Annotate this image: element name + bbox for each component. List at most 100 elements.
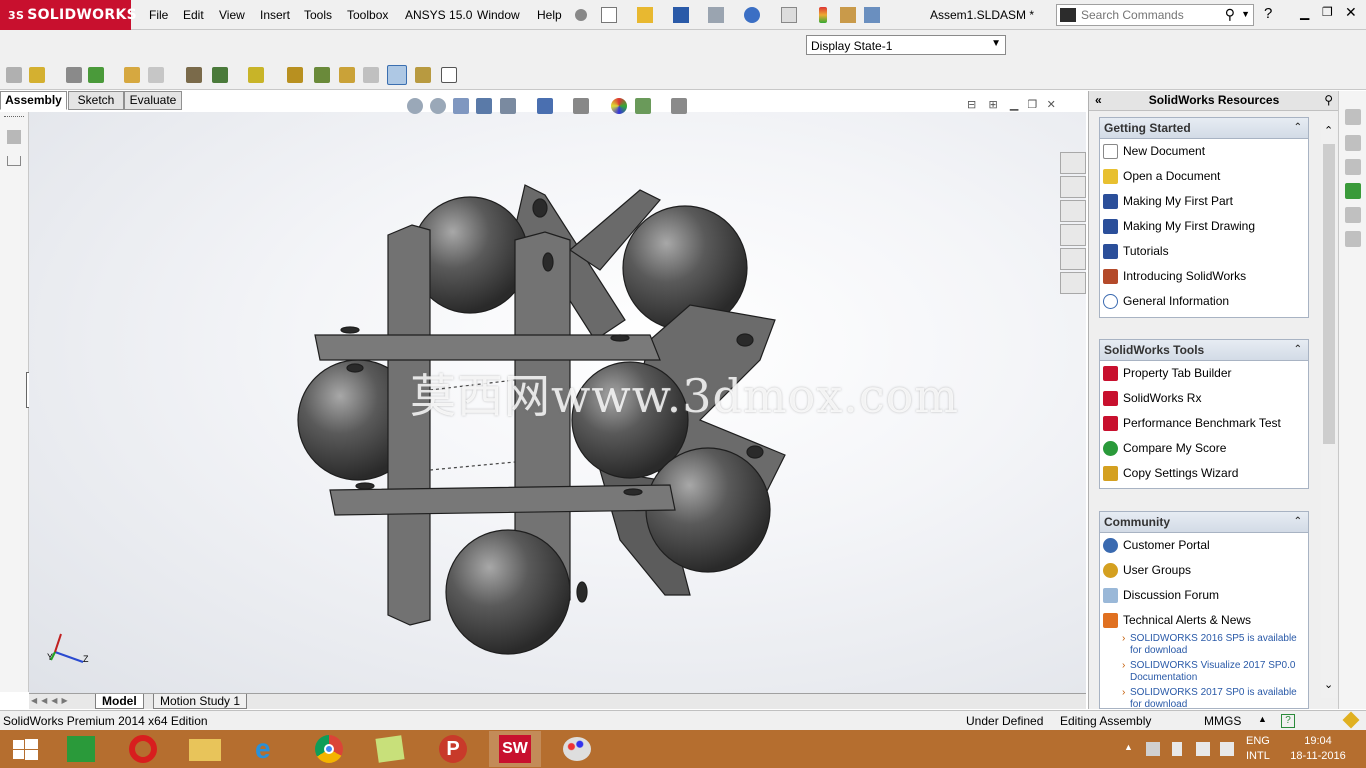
tile-vertical-icon[interactable]: ⊞	[988, 99, 997, 111]
file-properties-icon[interactable]	[840, 7, 856, 23]
system-clock[interactable]: 19:04 18-11-2016	[1278, 734, 1358, 764]
undo-icon[interactable]	[744, 7, 760, 23]
news-link[interactable]: SOLIDWORKS 2016 SP5 is available for dow…	[1100, 633, 1308, 657]
menu-edit[interactable]: Edit	[183, 8, 204, 22]
minimize-window-icon[interactable]: ▁	[1300, 6, 1309, 20]
link-solidworks-rx[interactable]: SolidWorks Rx	[1100, 386, 1308, 411]
menu-ansys[interactable]: ANSYS 15.0	[405, 8, 472, 22]
sketch-tool-icon[interactable]	[1345, 135, 1361, 151]
network-signal-icon[interactable]	[1196, 742, 1210, 756]
wps-presentation-icon[interactable]: P	[427, 731, 479, 767]
store-app-icon[interactable]	[55, 731, 107, 767]
exploded-view-icon[interactable]	[314, 67, 330, 83]
bill-of-materials-icon[interactable]	[287, 67, 303, 83]
menu-window[interactable]: Window	[477, 8, 520, 22]
show-hidden-icons-chevron[interactable]: ▲	[1124, 742, 1138, 756]
tray-battery-icon[interactable]	[1172, 742, 1182, 756]
take-snapshot-icon[interactable]	[415, 67, 431, 83]
select-cursor-icon[interactable]	[781, 7, 797, 23]
update-speedpak-icon[interactable]	[387, 65, 407, 85]
menu-view[interactable]: View	[219, 8, 245, 22]
internet-explorer-icon[interactable]: e	[241, 731, 293, 767]
sketch-tool-icon[interactable]	[1345, 183, 1361, 199]
section-view-icon[interactable]	[476, 98, 492, 114]
section-header[interactable]: SolidWorks Tools ⌃	[1100, 340, 1308, 361]
solidworks-logo[interactable]: 3S SOLIDWORKS	[0, 0, 137, 30]
solidworks-resources-home-icon[interactable]	[1060, 152, 1086, 174]
view-settings-icon[interactable]	[671, 98, 687, 114]
explode-line-sketch-icon[interactable]	[339, 67, 355, 83]
help-tooltip-icon[interactable]: ?	[1281, 714, 1295, 728]
sketch-tool-icon[interactable]	[1345, 231, 1361, 247]
input-language-indicator[interactable]: ENG INTL	[1246, 734, 1270, 764]
tray-app-icon[interactable]	[1146, 742, 1160, 756]
minimize-doc-icon[interactable]: ▁	[1010, 99, 1018, 111]
collapse-chevron-icon[interactable]: ⌃	[1294, 512, 1302, 532]
close-window-icon[interactable]: ✕	[1345, 4, 1357, 21]
link-new-document[interactable]: New Document	[1100, 139, 1308, 164]
task-pane-scrollbar[interactable]: ⌃ ⌄	[1321, 120, 1337, 698]
link-discussion-forum[interactable]: Discussion Forum	[1100, 583, 1308, 608]
tag-icon[interactable]	[1342, 711, 1360, 729]
view-orientation-icon[interactable]	[500, 98, 516, 114]
link-first-drawing[interactable]: Making My First Drawing	[1100, 214, 1308, 239]
section-header[interactable]: Getting Started ⌃	[1100, 118, 1308, 139]
reference-geometry-icon[interactable]	[212, 67, 228, 83]
solidworks-taskbar-icon[interactable]: SW	[489, 731, 541, 767]
news-link[interactable]: SOLIDWORKS 2017 SP0 is available for dow…	[1100, 687, 1308, 708]
link-copy-settings[interactable]: Copy Settings Wizard	[1100, 461, 1308, 486]
appearances-scenes-icon[interactable]	[1060, 248, 1086, 270]
hide-show-items-icon[interactable]	[573, 98, 589, 114]
link-general-information[interactable]: General Information	[1100, 289, 1308, 314]
collapse-chevron-icon[interactable]: ⌃	[1294, 340, 1302, 360]
link-technical-alerts[interactable]: Technical Alerts & News	[1100, 608, 1308, 633]
tab-assembly[interactable]: Assembly	[0, 91, 67, 110]
custom-properties-icon[interactable]	[1060, 272, 1086, 294]
link-first-part[interactable]: Making My First Part	[1100, 189, 1308, 214]
chrome-browser-icon[interactable]	[303, 731, 355, 767]
property-manager-icon[interactable]	[7, 156, 21, 166]
pin-pane-icon[interactable]: ⚲	[1324, 91, 1333, 110]
rebuild-traffic-light-icon[interactable]	[819, 7, 827, 23]
view-palette-icon[interactable]	[1060, 224, 1086, 246]
link-introducing-solidworks[interactable]: Introducing SolidWorks	[1100, 264, 1308, 289]
tile-horizontal-icon[interactable]: ⊟	[967, 99, 976, 111]
link-open-document[interactable]: Open a Document	[1100, 164, 1308, 189]
tab-motion-study-1[interactable]: Motion Study 1	[153, 694, 248, 709]
tab-sketch[interactable]: Sketch	[68, 91, 124, 110]
help-icon[interactable]: ?	[1264, 5, 1272, 22]
new-motion-study-icon[interactable]	[248, 67, 264, 83]
news-link[interactable]: SOLIDWORKS Visualize 2017 SP0.0 Document…	[1100, 660, 1308, 684]
pin-icon[interactable]	[575, 9, 587, 21]
collapse-chevron-icon[interactable]: ⌃	[1294, 118, 1302, 138]
instant3d-icon[interactable]	[363, 67, 379, 83]
display-style-icon[interactable]	[537, 98, 553, 114]
assembly-features-icon[interactable]	[186, 67, 202, 83]
large-assembly-mode-icon[interactable]	[441, 67, 457, 83]
close-doc-icon[interactable]: ✕	[1047, 99, 1056, 111]
section-header[interactable]: Community ⌃	[1100, 512, 1308, 533]
restore-window-icon[interactable]: ❐	[1322, 5, 1333, 19]
menu-help[interactable]: Help	[537, 8, 562, 22]
edit-appearance-icon[interactable]	[611, 98, 627, 114]
mate-icon[interactable]	[29, 67, 45, 83]
menu-insert[interactable]: Insert	[260, 8, 290, 22]
sketch-tool-icon[interactable]	[1345, 207, 1361, 223]
show-hidden-icon[interactable]	[148, 67, 164, 83]
units-selector[interactable]: MMGS	[1204, 714, 1241, 728]
open-folder-icon[interactable]	[637, 7, 653, 23]
scroll-thumb[interactable]	[1323, 144, 1335, 444]
sticky-notes-icon[interactable]	[365, 731, 417, 767]
tab-scroll-arrows-icon[interactable]: ◀◀◀▶	[31, 696, 72, 705]
volume-icon[interactable]	[1220, 742, 1234, 756]
units-arrow-icon[interactable]: ▲	[1258, 714, 1267, 724]
display-state-select[interactable]: Display State-1 ▼	[806, 35, 1006, 55]
tab-evaluate[interactable]: Evaluate	[124, 91, 182, 110]
insert-components-icon[interactable]	[6, 67, 22, 83]
move-component-icon[interactable]	[124, 67, 140, 83]
tab-model[interactable]: Model	[95, 694, 144, 709]
link-property-tab-builder[interactable]: Property Tab Builder	[1100, 361, 1308, 386]
linear-pattern-icon[interactable]	[66, 67, 82, 83]
paint-app-icon[interactable]	[551, 731, 603, 767]
link-tutorials[interactable]: Tutorials	[1100, 239, 1308, 264]
